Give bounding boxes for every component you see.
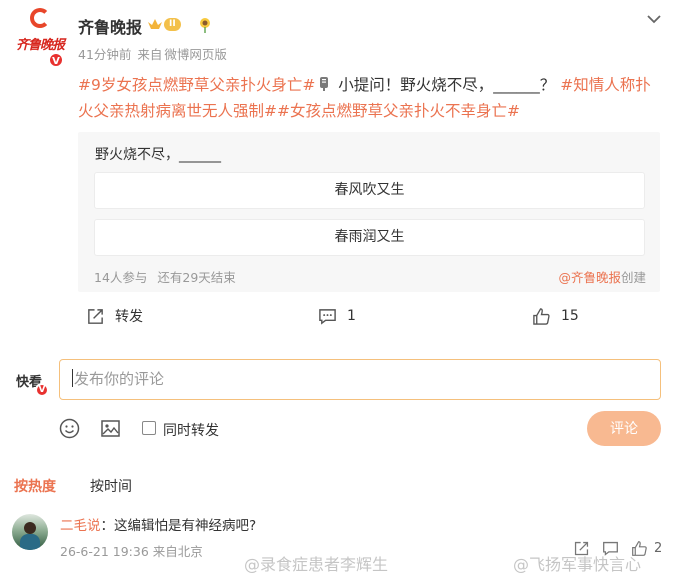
comment-count: 1 <box>347 308 356 324</box>
comment-icon <box>319 308 336 325</box>
poll-card: 野火烧不尽，______ 春风吹又生 春雨润又生 14人参与 还有29天结束 @… <box>78 132 660 292</box>
repost-checkbox[interactable] <box>142 421 156 435</box>
comment-separator: ： <box>100 518 115 534</box>
like-count: 15 <box>561 308 579 324</box>
comment-like-count: 2 <box>654 540 663 556</box>
comment-input[interactable]: 发布你的评论 <box>59 359 661 400</box>
verified-icon: V <box>35 383 49 397</box>
commenter-name[interactable]: 二毛说 <box>60 518 101 534</box>
chevron-down-icon[interactable] <box>645 12 663 26</box>
author-name[interactable]: 齐鲁晚报 <box>78 14 142 38</box>
comment-body: 这编辑怕是有神经病吧? <box>114 518 257 534</box>
post-text: 小提问！野火烧不尽，______？ <box>333 76 556 94</box>
submit-comment-button[interactable]: 评论 <box>587 411 661 446</box>
commenter-avatar[interactable] <box>12 514 48 550</box>
watermark: @飞扬军事快言心 <box>513 555 642 574</box>
poll-participants: 14人参与 <box>94 270 148 285</box>
avatar-figure-body <box>20 534 40 550</box>
poll-remaining: 还有29天结束 <box>157 270 236 285</box>
post-meta: 41分钟前 来自 微博网页版 <box>78 44 233 63</box>
post-time[interactable]: 41分钟前 <box>78 47 131 62</box>
current-user-avatar[interactable]: 快看 V <box>14 368 50 398</box>
emoji-icon[interactable] <box>59 418 80 439</box>
repost-button[interactable]: 转发 <box>86 303 143 329</box>
comment-time: 26-6-21 19:36 <box>60 544 149 559</box>
verified-icon: V <box>48 52 64 68</box>
watermark: @录食症患者李辉生 <box>244 555 389 574</box>
repost-checkbox-label[interactable]: 同时转发 <box>163 420 219 440</box>
topic-tag[interactable]: #9岁女孩点燃野草父亲扑火身亡# <box>78 76 315 94</box>
topic-tag[interactable]: #女孩点燃野草父亲扑火不幸身亡# <box>277 102 520 120</box>
repost-icon <box>88 308 103 324</box>
sort-by-time-tab[interactable]: 按时间 <box>90 476 132 496</box>
poll-option[interactable]: 春雨润又生 <box>94 219 645 256</box>
avatar-figure-head <box>24 522 36 534</box>
image-icon[interactable] <box>100 418 121 439</box>
like-button[interactable]: 15 <box>532 303 579 329</box>
source-prefix: 来自 <box>137 47 163 62</box>
post-header: 齐鲁晚报 V 齐鲁晚报 II 41分钟前 来自 微博网页版 <box>0 0 690 72</box>
comment-text: 二毛说：这编辑怕是有神经病吧? <box>60 514 256 534</box>
author-avatar[interactable]: 齐鲁晚报 V <box>12 8 70 68</box>
poll-option[interactable]: 春风吹又生 <box>94 172 645 209</box>
vip-badge[interactable]: II <box>147 17 187 32</box>
sort-by-hot-tab[interactable]: 按热度 <box>14 476 56 496</box>
comment-location: 来自北京 <box>152 544 203 559</box>
comment-button[interactable]: 1 <box>318 303 356 329</box>
poll-creator: @齐鲁晚报创建 <box>558 267 646 286</box>
poll-creator-link[interactable]: @齐鲁晚报 <box>558 270 621 285</box>
post-source: 微博网页版 <box>164 47 227 62</box>
comment-meta: 26-6-21 19:36 来自北京 <box>60 541 203 560</box>
crown-icon <box>148 18 162 29</box>
vip-level: II <box>164 18 181 31</box>
text-caret <box>72 369 73 387</box>
poll-creator-suffix: 创建 <box>620 270 646 285</box>
sunflower-icon[interactable] <box>197 17 213 33</box>
avatar-logo-text: 齐鲁晚报 <box>15 38 65 53</box>
poll-question: 野火烧不尽，______ <box>95 147 221 163</box>
poll-status: 14人参与 还有29天结束 <box>94 267 236 286</box>
repost-label: 转发 <box>115 309 143 325</box>
microphone-icon <box>320 77 329 91</box>
comment-placeholder: 发布你的评论 <box>74 370 165 388</box>
weibo-post-page: 齐鲁晚报 V 齐鲁晚报 II 41分钟前 来自 微博网页版 #9岁女孩点燃野草父亲扑… <box>0 0 690 577</box>
thumbs-up-icon <box>533 307 550 325</box>
logo-swirl-icon <box>30 8 50 28</box>
action-bar: 转发 1 15 <box>78 303 664 329</box>
post-content: #9岁女孩点燃野草父亲扑火身亡# 小提问！野火烧不尽，______？ #知情人称… <box>78 72 664 124</box>
